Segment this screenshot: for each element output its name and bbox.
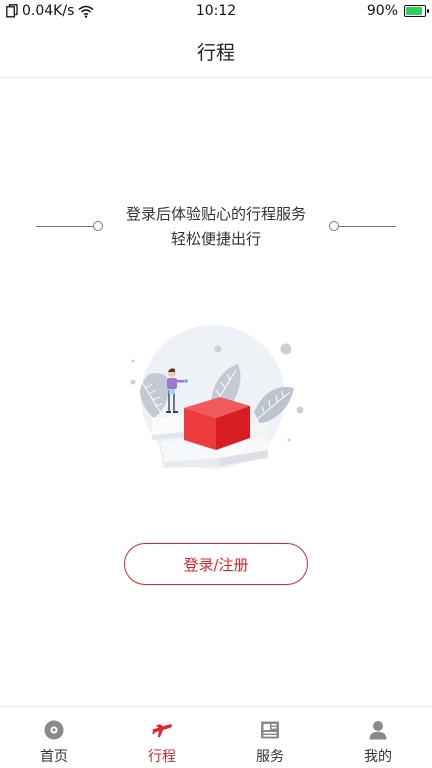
status-right: 90%: [366, 3, 429, 19]
tab-services-label: 服务: [256, 749, 284, 765]
person-icon: [369, 721, 387, 740]
bottom-tab-bar: 首页 行程 服务 我的: [0, 706, 432, 768]
page-title: 行程: [196, 42, 235, 64]
empty-state-illustration: [130, 325, 304, 469]
tab-trips-label: 行程: [148, 749, 176, 765]
tagline-line1: 登录后体验贴心的行程服务: [125, 205, 306, 223]
battery-icon: [404, 5, 429, 17]
login-register-button[interactable]: 登录/注册: [124, 543, 308, 585]
tab-services[interactable]: 服务: [216, 707, 324, 768]
divider-line-right: [338, 226, 396, 227]
tagline-line2: 轻松便捷出行: [170, 230, 261, 248]
newspaper-icon: [261, 721, 279, 739]
tab-home-label: 首页: [40, 749, 68, 765]
battery-fill: [406, 7, 423, 15]
home-disc-icon: [44, 720, 64, 740]
header: 行程: [0, 24, 432, 78]
tab-trips[interactable]: 行程: [108, 707, 216, 768]
login-tagline: 登录后体验贴心的行程服务 轻松便捷出行: [0, 202, 432, 252]
status-bar: 0.04K/s 10:12 90%: [0, 0, 432, 24]
tab-mine-label: 我的: [364, 749, 392, 765]
tab-mine[interactable]: 我的: [324, 707, 432, 768]
battery-percent: 90%: [366, 3, 398, 19]
tab-home[interactable]: 首页: [0, 707, 108, 768]
airplane-icon: [152, 724, 173, 738]
